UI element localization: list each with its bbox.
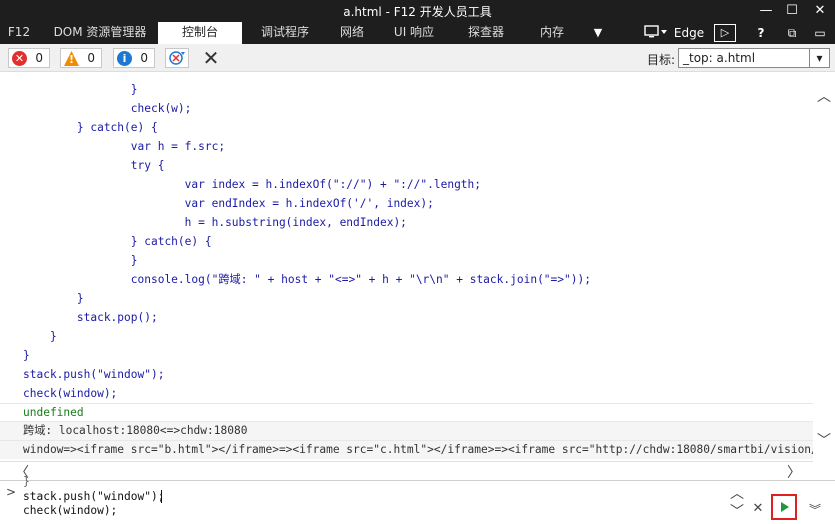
prompt-icon: > [6, 485, 17, 499]
target-select[interactable]: _top: a.html ▾ [678, 48, 830, 68]
emulation-device-icon[interactable] [640, 24, 672, 42]
warning-filter-button[interactable]: ! 0 [60, 48, 102, 68]
minimize-icon[interactable]: — [752, 0, 780, 22]
target-value: _top: a.html [683, 51, 756, 65]
error-count: 0 [35, 51, 43, 65]
error-filter-button[interactable]: ✕ 0 [8, 48, 50, 68]
console-line: var endIndex = h.indexOf('/', index); [23, 197, 434, 210]
warning-icon: ! [64, 51, 79, 66]
play-icon [781, 502, 789, 512]
clear-input-icon[interactable]: ✕ [751, 501, 765, 516]
input-line[interactable]: stack.push("window"); [23, 490, 164, 503]
info-count: 0 [140, 51, 148, 65]
console-line: var h = f.src; [23, 140, 226, 153]
console-line: } [23, 83, 138, 96]
console-log-line: 跨域: localhost:18080<=>chdw:18080 [23, 424, 248, 437]
console-line: } [23, 349, 30, 362]
console-result: undefined [23, 406, 84, 419]
clear-console-icon[interactable]: ✕ [200, 46, 222, 70]
tab-memory[interactable]: 内存 [530, 22, 574, 44]
console-line: } [23, 254, 138, 267]
console-output: } check(w); } catch(e) { var h = f.src; … [0, 72, 813, 461]
tab-network[interactable]: 网络 [330, 22, 374, 44]
horizontal-scrollbar[interactable]: 〈 〉 [0, 461, 813, 482]
warning-count: 0 [87, 51, 95, 65]
scroll-right-icon[interactable]: 〉 [786, 462, 802, 482]
maximize-icon[interactable]: ☐ [778, 0, 806, 22]
target-label: 目标: [647, 53, 676, 67]
history-down-icon[interactable]: ﹀ [729, 501, 745, 521]
run-script-button[interactable] [771, 494, 797, 520]
window-title: a.html - F12 开发人员工具 [343, 5, 492, 19]
tab-f12[interactable]: F12 [4, 22, 34, 44]
emulation-label[interactable]: Edge [672, 24, 706, 42]
clear-on-navigate-icon [169, 51, 185, 65]
tab-profiler[interactable]: 探查器 [458, 22, 514, 44]
chevron-down-icon: ▾ [809, 49, 829, 67]
console-line: stack.push("window"); [23, 368, 165, 381]
scroll-up-icon[interactable]: ︿ [816, 86, 832, 106]
console-line: } [23, 292, 84, 305]
undock-icon[interactable]: ▭ [810, 24, 830, 42]
clear-on-navigate-button[interactable] [165, 48, 189, 68]
console-line: } catch(e) { [23, 121, 158, 134]
console-line: h = h.substring(index, endIndex); [23, 216, 407, 229]
vertical-scrollbar[interactable]: ︿ ﹀ [813, 72, 835, 461]
console-line: console.log("跨域: " + host + "<=>" + h + … [23, 273, 591, 286]
console-line: var index = h.indexOf("://") + "://".len… [23, 178, 482, 191]
tab-dom-explorer[interactable]: DOM 资源管理器 [46, 22, 154, 44]
console-line: check(w); [23, 102, 192, 115]
console-toggle-icon[interactable]: ▷ [714, 24, 736, 42]
console-line: stack.pop(); [23, 311, 158, 324]
help-icon[interactable]: ? [753, 24, 769, 42]
console-line: } catch(e) { [23, 235, 212, 248]
tab-console[interactable]: 控制台 [158, 22, 242, 44]
console-input-area[interactable]: > } stack.push("window"); check(window);… [0, 475, 835, 524]
text-caret [161, 490, 162, 503]
tab-bar: F12 DOM 资源管理器 控制台 调试程序 网络 UI 响应 探查器 内存 ▼… [0, 22, 835, 44]
console-log-line: window=><iframe src="b.html"></iframe>=>… [23, 443, 813, 456]
console-line: check(window); [23, 387, 118, 400]
close-icon[interactable]: ✕ [806, 0, 834, 22]
dock-icon[interactable]: ⧉ [783, 24, 801, 42]
input-line[interactable]: check(window); [23, 504, 117, 517]
console-toolbar: ✕ 0 ! 0 i 0 ✕ 目标: _top: a.html ▾ [0, 44, 835, 72]
title-bar: a.html - F12 开发人员工具 — ☐ ✕ [0, 0, 835, 22]
console-row [0, 403, 813, 422]
console-line: try { [23, 159, 165, 172]
console-line: } [23, 330, 57, 343]
history-up-icon[interactable]: ︿ [729, 483, 745, 503]
collapse-icon[interactable]: ︾ [808, 501, 822, 518]
scroll-down-icon[interactable]: ﹀ [816, 430, 832, 450]
error-icon: ✕ [12, 51, 27, 66]
info-filter-button[interactable]: i 0 [113, 48, 155, 68]
tab-ui-responsiveness[interactable]: UI 响应 [386, 22, 442, 44]
info-icon: i [117, 51, 132, 66]
overflow-chevron-icon[interactable]: ▼ [586, 24, 610, 42]
tab-debugger[interactable]: 调试程序 [252, 22, 318, 44]
input-partial-line: } [23, 475, 30, 488]
monitor-icon [644, 25, 667, 38]
